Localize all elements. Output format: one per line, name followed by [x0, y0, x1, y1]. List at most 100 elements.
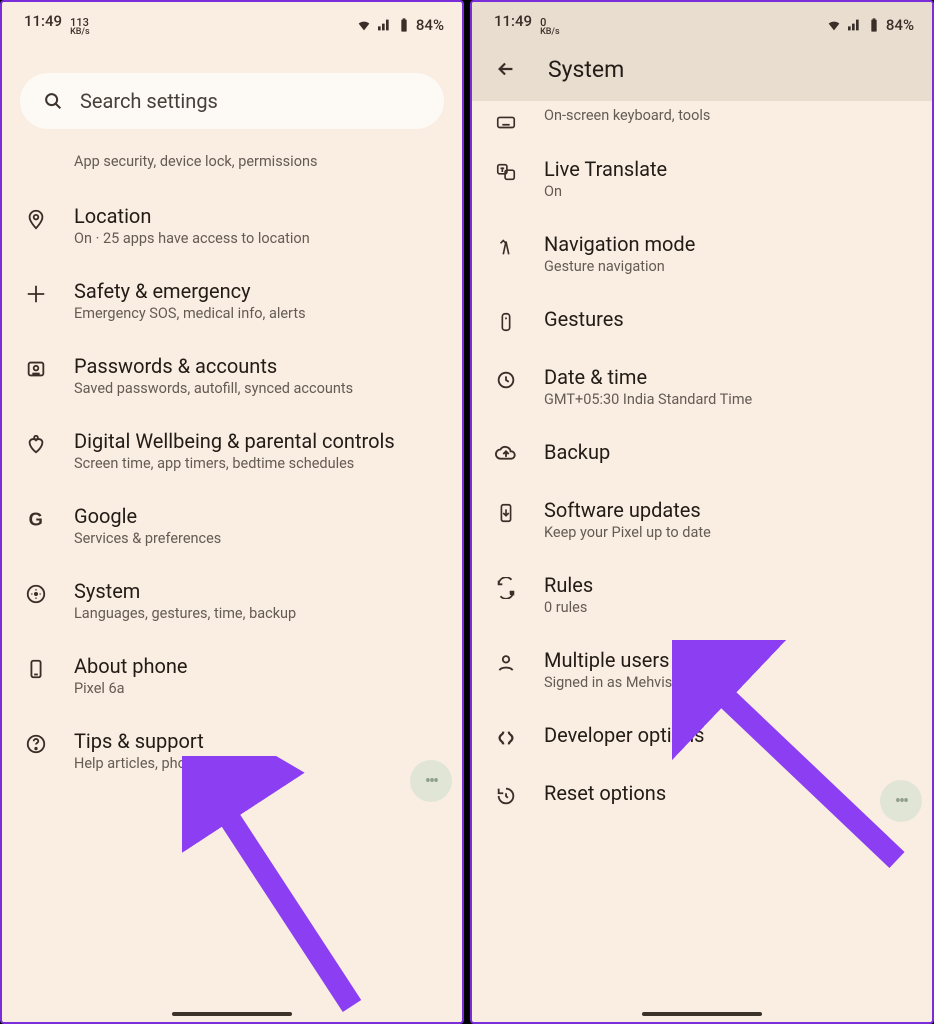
system-header: 11:49 0 KB/s 84% System [472, 2, 932, 101]
assist-fab[interactable]: ••• [880, 780, 922, 822]
item-google[interactable]: G Google Services & preferences [2, 488, 462, 563]
back-arrow-icon [495, 58, 517, 80]
item-subtitle: On · 25 apps have access to location [74, 230, 444, 247]
phone-left-settings: 11:49 113 KB/s 84% Search settings App s… [0, 0, 464, 1024]
item-title: Passwords & accounts [74, 354, 444, 378]
item-subtitle: Signed in as Mehvish [544, 674, 914, 691]
item-rules[interactable]: Rules 0 rules [472, 557, 932, 632]
item-title: Gestures [544, 307, 914, 331]
nav-handle[interactable] [172, 1012, 292, 1016]
item-wellbeing[interactable]: Digital Wellbeing & parental controls Scr… [2, 413, 462, 488]
search-placeholder: Search settings [80, 89, 218, 113]
item-title: Multiple users [544, 648, 914, 672]
item-title: Digital Wellbeing & parental controls [74, 429, 444, 453]
datetime-icon [492, 365, 520, 391]
item-title: Google [74, 504, 444, 528]
item-location[interactable]: Location On · 25 apps have access to loca… [2, 188, 462, 263]
prev-item-subtitle: App security, device lock, permissions [2, 153, 462, 188]
rules-icon [492, 573, 520, 599]
battery-icon [396, 17, 412, 33]
item-title: Reset options [544, 781, 914, 805]
wifi-icon [356, 17, 372, 33]
status-bar: 11:49 113 KB/s 84% [2, 2, 462, 43]
wifi-icon [826, 17, 842, 33]
item-passwords[interactable]: Passwords & accounts Saved passwords, aut… [2, 338, 462, 413]
item-subtitle: Gesture navigation [544, 258, 914, 275]
item-title: Navigation mode [544, 232, 914, 256]
battery-icon [866, 17, 882, 33]
about-icon [22, 654, 50, 680]
status-icons: 84% [826, 16, 914, 34]
nav-handle[interactable] [642, 1012, 762, 1016]
item-safety[interactable]: Safety & emergency Emergency SOS, medical… [2, 263, 462, 338]
passwords-icon [22, 354, 50, 380]
search-settings[interactable]: Search settings [20, 73, 444, 129]
signal-icon [846, 17, 862, 33]
item-keyboard-partial[interactable]: On-screen keyboard, tools [472, 101, 932, 141]
item-subtitle: Help articles, phone & chat [74, 755, 444, 772]
item-title: Rules [544, 573, 914, 597]
livetranslate-icon [492, 157, 520, 183]
item-subtitle: 0 rules [544, 599, 914, 616]
item-subtitle: On-screen keyboard, tools [544, 107, 914, 124]
backup-icon [492, 440, 520, 466]
item-title: Location [74, 204, 444, 228]
location-icon [22, 204, 50, 230]
reset-icon [492, 781, 520, 807]
signal-icon [376, 17, 392, 33]
item-title: System [74, 579, 444, 603]
item-subtitle: Pixel 6a [74, 680, 444, 697]
battery-percent: 84% [416, 16, 444, 34]
status-netspeed: 113 KB/s [70, 17, 90, 37]
page-title: System [548, 56, 624, 83]
multiusers-icon [492, 648, 520, 674]
item-reset[interactable]: Reset options [472, 765, 932, 823]
item-about[interactable]: About phone Pixel 6a [2, 638, 462, 713]
status-netspeed: 0 KB/s [540, 17, 560, 37]
item-title: Backup [544, 440, 914, 464]
item-multiusers[interactable]: Multiple users Signed in as Mehvish [472, 632, 932, 707]
item-subtitle: Languages, gestures, time, backup [74, 605, 444, 622]
item-subtitle: Saved passwords, autofill, synced accoun… [74, 380, 444, 397]
item-livetranslate[interactable]: Live Translate On [472, 141, 932, 216]
battery-percent: 84% [886, 16, 914, 34]
item-title: Tips & support [74, 729, 444, 753]
back-button[interactable] [492, 55, 520, 83]
status-time: 11:49 [24, 12, 62, 30]
search-icon [42, 90, 64, 112]
item-backup[interactable]: Backup [472, 424, 932, 482]
settings-list: Location On · 25 apps have access to loca… [2, 188, 462, 1022]
item-devopts[interactable]: Developer options [472, 707, 932, 765]
software-icon [492, 498, 520, 524]
status-time: 11:49 [494, 12, 532, 30]
phone-right-system: 11:49 0 KB/s 84% System On-screen keyboa… [470, 0, 934, 1024]
item-title: Safety & emergency [74, 279, 444, 303]
svg-text:G: G [29, 508, 43, 529]
assist-fab[interactable]: ••• [410, 760, 452, 802]
google-icon: G [22, 504, 50, 530]
safety-icon [22, 279, 50, 305]
wellbeing-icon [22, 429, 50, 455]
item-system[interactable]: System Languages, gestures, time, backup [2, 563, 462, 638]
item-software[interactable]: Software updatesKeep your Pixel up to da… [472, 482, 932, 557]
item-subtitle: Screen time, app timers, bedtime schedul… [74, 455, 444, 472]
system-icon [22, 579, 50, 605]
tips-icon [22, 729, 50, 755]
item-title: About phone [74, 654, 444, 678]
navmode-icon [492, 232, 520, 258]
item-datetime[interactable]: Date & time GMT+05:30 India Standard Time [472, 349, 932, 424]
keyboard-icon [495, 111, 517, 133]
item-tips[interactable]: Tips & support Help articles, phone & cha… [2, 713, 462, 788]
item-gestures[interactable]: Gestures [472, 291, 932, 349]
item-subtitle: Emergency SOS, medical info, alerts [74, 305, 444, 322]
item-subtitle: GMT+05:30 India Standard Time [544, 391, 914, 408]
system-list: Live Translate On Navigation mode Gesture n… [472, 141, 932, 1022]
item-navmode[interactable]: Navigation mode Gesture navigation [472, 216, 932, 291]
gestures-icon [492, 307, 520, 333]
devopts-icon [492, 723, 520, 749]
item-subtitle: Services & preferences [74, 530, 444, 547]
item-title: Live Translate [544, 157, 914, 181]
item-title: Date & time [544, 365, 914, 389]
item-subtitle: On [544, 183, 914, 200]
item-title: Software updates [544, 498, 914, 522]
